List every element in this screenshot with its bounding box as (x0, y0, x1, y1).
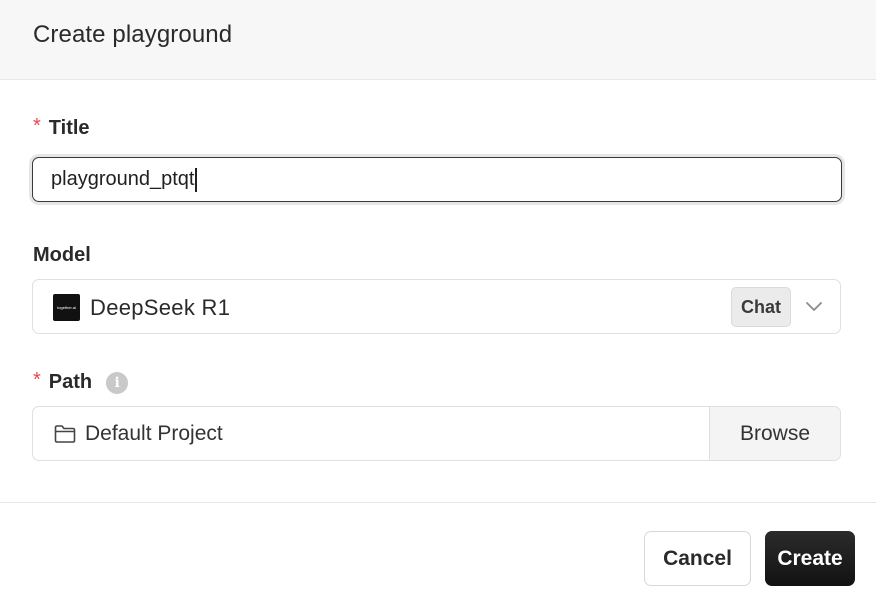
required-marker: * (33, 114, 41, 137)
model-select[interactable]: together.ai DeepSeek R1 Chat (32, 279, 841, 334)
model-label-row: Model (33, 244, 91, 267)
browse-button[interactable]: Browse (709, 407, 840, 460)
path-label-row: * Path i (33, 368, 129, 394)
path-label: Path (48, 371, 93, 393)
create-button[interactable]: Create (765, 531, 855, 586)
title-label: Title (48, 117, 90, 139)
chevron-down-icon[interactable] (805, 297, 823, 315)
required-marker: * (33, 368, 41, 391)
cancel-button[interactable]: Cancel (644, 531, 751, 586)
dialog-title: Create playground (33, 21, 233, 48)
title-input[interactable]: playground_ptqt (32, 157, 842, 202)
folder-icon (54, 425, 76, 443)
model-type-badge: Chat (731, 287, 791, 327)
info-icon[interactable]: i (106, 371, 129, 394)
together-logo-icon: together.ai (53, 294, 80, 321)
path-value: Default Project (85, 422, 223, 445)
text-caret (195, 167, 197, 192)
together-logo-text: together.ai (57, 305, 76, 310)
title-label-row: * Title (33, 114, 90, 140)
model-select-value: DeepSeek R1 (90, 295, 231, 320)
dialog-header: Create playground (0, 0, 876, 80)
footer-divider (0, 502, 876, 503)
create-playground-dialog: Create playground * Title playground_ptq… (0, 0, 876, 603)
title-input-value: playground_ptqt (51, 168, 195, 190)
path-field[interactable]: Default Project Browse (32, 406, 841, 461)
model-label: Model (33, 244, 91, 266)
